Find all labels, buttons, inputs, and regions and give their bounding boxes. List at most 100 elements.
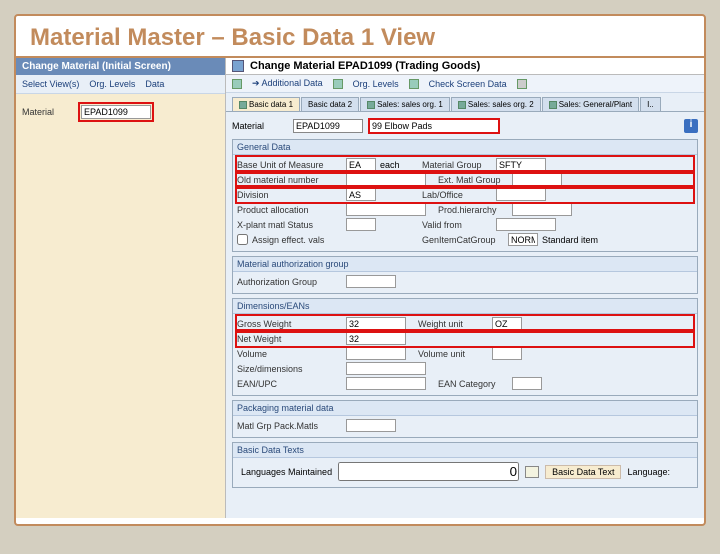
- label-matlgrp-pack: Matl Grp Pack.Matls: [237, 421, 342, 431]
- section-head-general: General Data: [233, 140, 697, 155]
- input-prod-hierarchy[interactable]: [512, 203, 572, 216]
- input-weight-unit[interactable]: [492, 317, 522, 330]
- label-volume: Volume: [237, 349, 342, 359]
- input-genitemcatgroup[interactable]: [508, 233, 538, 246]
- input-material-group[interactable]: [496, 158, 546, 171]
- input-auth-group[interactable]: [346, 275, 396, 288]
- tab-icon: [239, 101, 247, 109]
- label-xplant-status: X-plant matl Status: [237, 220, 342, 230]
- right-window-title: Change Material EPAD1099 (Trading Goods): [250, 60, 480, 72]
- tab-icon: [458, 101, 466, 109]
- tab-basic-data-2[interactable]: Basic data 2: [301, 97, 359, 111]
- lock-icon[interactable]: [517, 79, 527, 89]
- input-net-weight[interactable]: [346, 332, 406, 345]
- label-prod-alloc: Product allocation: [237, 205, 342, 215]
- label-division: Division: [237, 190, 342, 200]
- tab-more[interactable]: I..: [640, 97, 661, 111]
- label-language: Language:: [627, 467, 670, 477]
- section-head-texts: Basic Data Texts: [233, 443, 697, 458]
- label-ean-category: EAN Category: [438, 379, 508, 389]
- label-volume-unit: Volume unit: [418, 349, 488, 359]
- toolbar-org-levels[interactable]: Org. Levels: [353, 79, 399, 89]
- label-size-dimensions: Size/dimensions: [237, 364, 342, 374]
- left-menu: Select View(s) Org. Levels Data: [16, 75, 225, 94]
- row-net-weight: Net Weight: [237, 331, 693, 346]
- input-matlgrp-pack[interactable]: [346, 419, 396, 432]
- input-xplant-status[interactable]: [346, 218, 376, 231]
- label-auth-group: Authorization Group: [237, 277, 342, 287]
- language-button-icon[interactable]: [525, 466, 539, 478]
- tab-sales-org-2[interactable]: Sales: sales org. 2: [451, 97, 541, 111]
- label-net-weight: Net Weight: [237, 334, 342, 344]
- row-base-uom: Base Unit of Measure each Material Group: [237, 157, 693, 172]
- menu-org-levels[interactable]: Org. Levels: [89, 79, 135, 89]
- left-material-label: Material: [22, 107, 72, 117]
- row-old-material: Old material number Ext. Matl Group: [237, 172, 693, 187]
- text-genitemcatgroup: Standard item: [542, 235, 598, 245]
- tab-icon: [549, 101, 557, 109]
- tab-basic-data-1[interactable]: Basic data 1: [232, 97, 300, 111]
- input-volume-unit[interactable]: [492, 347, 522, 360]
- back-icon[interactable]: [232, 79, 242, 89]
- toolbar-check-screen[interactable]: Check Screen Data: [429, 79, 507, 89]
- window-icon: [232, 60, 244, 72]
- material-code-input[interactable]: [293, 119, 363, 133]
- input-lab-office[interactable]: [496, 188, 546, 201]
- label-languages-maintained: Languages Maintained: [241, 467, 332, 477]
- section-dimensions: Dimensions/EANs Gross Weight Weight unit…: [232, 298, 698, 396]
- button-basic-data-text[interactable]: Basic Data Text: [545, 465, 621, 479]
- input-base-uom[interactable]: [346, 158, 376, 171]
- label-ean-upc: EAN/UPC: [237, 379, 342, 389]
- section-packaging: Packaging material data Matl Grp Pack.Ma…: [232, 400, 698, 438]
- text-base-uom: each: [380, 160, 410, 170]
- slide-title: Material Master – Basic Data 1 View: [16, 16, 704, 58]
- menu-select-views[interactable]: Select View(s): [22, 79, 79, 89]
- left-window: Change Material (Initial Screen) Select …: [16, 58, 226, 518]
- input-gross-weight[interactable]: [346, 317, 406, 330]
- row-gross-weight: Gross Weight Weight unit: [237, 316, 693, 331]
- label-valid-from: Valid from: [422, 220, 492, 230]
- section-basic-texts: Basic Data Texts Languages Maintained Ba…: [232, 442, 698, 488]
- label-material-group: Material Group: [422, 160, 492, 170]
- label-base-uom: Base Unit of Measure: [237, 160, 342, 170]
- input-valid-from[interactable]: [496, 218, 556, 231]
- form-area: Material i General Data Base Unit of Mea…: [226, 112, 704, 518]
- label-ext-matl-group: Ext. Matl Group: [438, 175, 508, 185]
- section-head-dimensions: Dimensions/EANs: [233, 299, 697, 314]
- tab-sales-general-plant[interactable]: Sales: General/Plant: [542, 97, 639, 111]
- input-division[interactable]: [346, 188, 376, 201]
- input-ext-matl-group[interactable]: [512, 173, 562, 186]
- menu-data[interactable]: Data: [145, 79, 164, 89]
- label-genitemcatgroup: GenItemCatGroup: [422, 235, 504, 245]
- input-size-dimensions[interactable]: [346, 362, 426, 375]
- info-icon[interactable]: i: [684, 119, 698, 133]
- section-head-packaging: Packaging material data: [233, 401, 697, 416]
- input-prod-alloc[interactable]: [346, 203, 426, 216]
- tab-sales-org-1[interactable]: Sales: sales org. 1: [360, 97, 450, 111]
- material-label: Material: [232, 121, 287, 131]
- label-weight-unit: Weight unit: [418, 319, 488, 329]
- tab-icon: [367, 101, 375, 109]
- left-window-title: Change Material (Initial Screen): [16, 58, 225, 75]
- section-auth-group: Material authorization group Authorizati…: [232, 256, 698, 294]
- tabstrip: Basic data 1 Basic data 2 Sales: sales o…: [226, 93, 704, 112]
- label-lab-office: Lab/Office: [422, 190, 492, 200]
- input-languages-count[interactable]: [338, 462, 519, 481]
- check-icon[interactable]: [409, 79, 419, 89]
- label-assign-effect-vals: Assign effect. vals: [252, 235, 348, 245]
- label-old-material: Old material number: [237, 175, 342, 185]
- highlight-material-left: [78, 102, 154, 122]
- input-volume[interactable]: [346, 347, 406, 360]
- toolbar: ➔ Additional Data Org. Levels Check Scre…: [226, 75, 704, 93]
- right-window: Change Material EPAD1099 (Trading Goods)…: [226, 58, 704, 518]
- left-material-input[interactable]: [81, 105, 151, 119]
- input-old-material[interactable]: [346, 173, 426, 186]
- input-ean-category[interactable]: [512, 377, 542, 390]
- toolbar-additional-data[interactable]: ➔ Additional Data: [252, 78, 323, 89]
- checkbox-assign-effect-vals[interactable]: [237, 234, 248, 245]
- org-icon[interactable]: [333, 79, 343, 89]
- material-desc-input[interactable]: [369, 119, 499, 133]
- section-general-data: General Data Base Unit of Measure each M…: [232, 139, 698, 252]
- input-ean-upc[interactable]: [346, 377, 426, 390]
- label-prod-hierarchy: Prod.hierarchy: [438, 205, 508, 215]
